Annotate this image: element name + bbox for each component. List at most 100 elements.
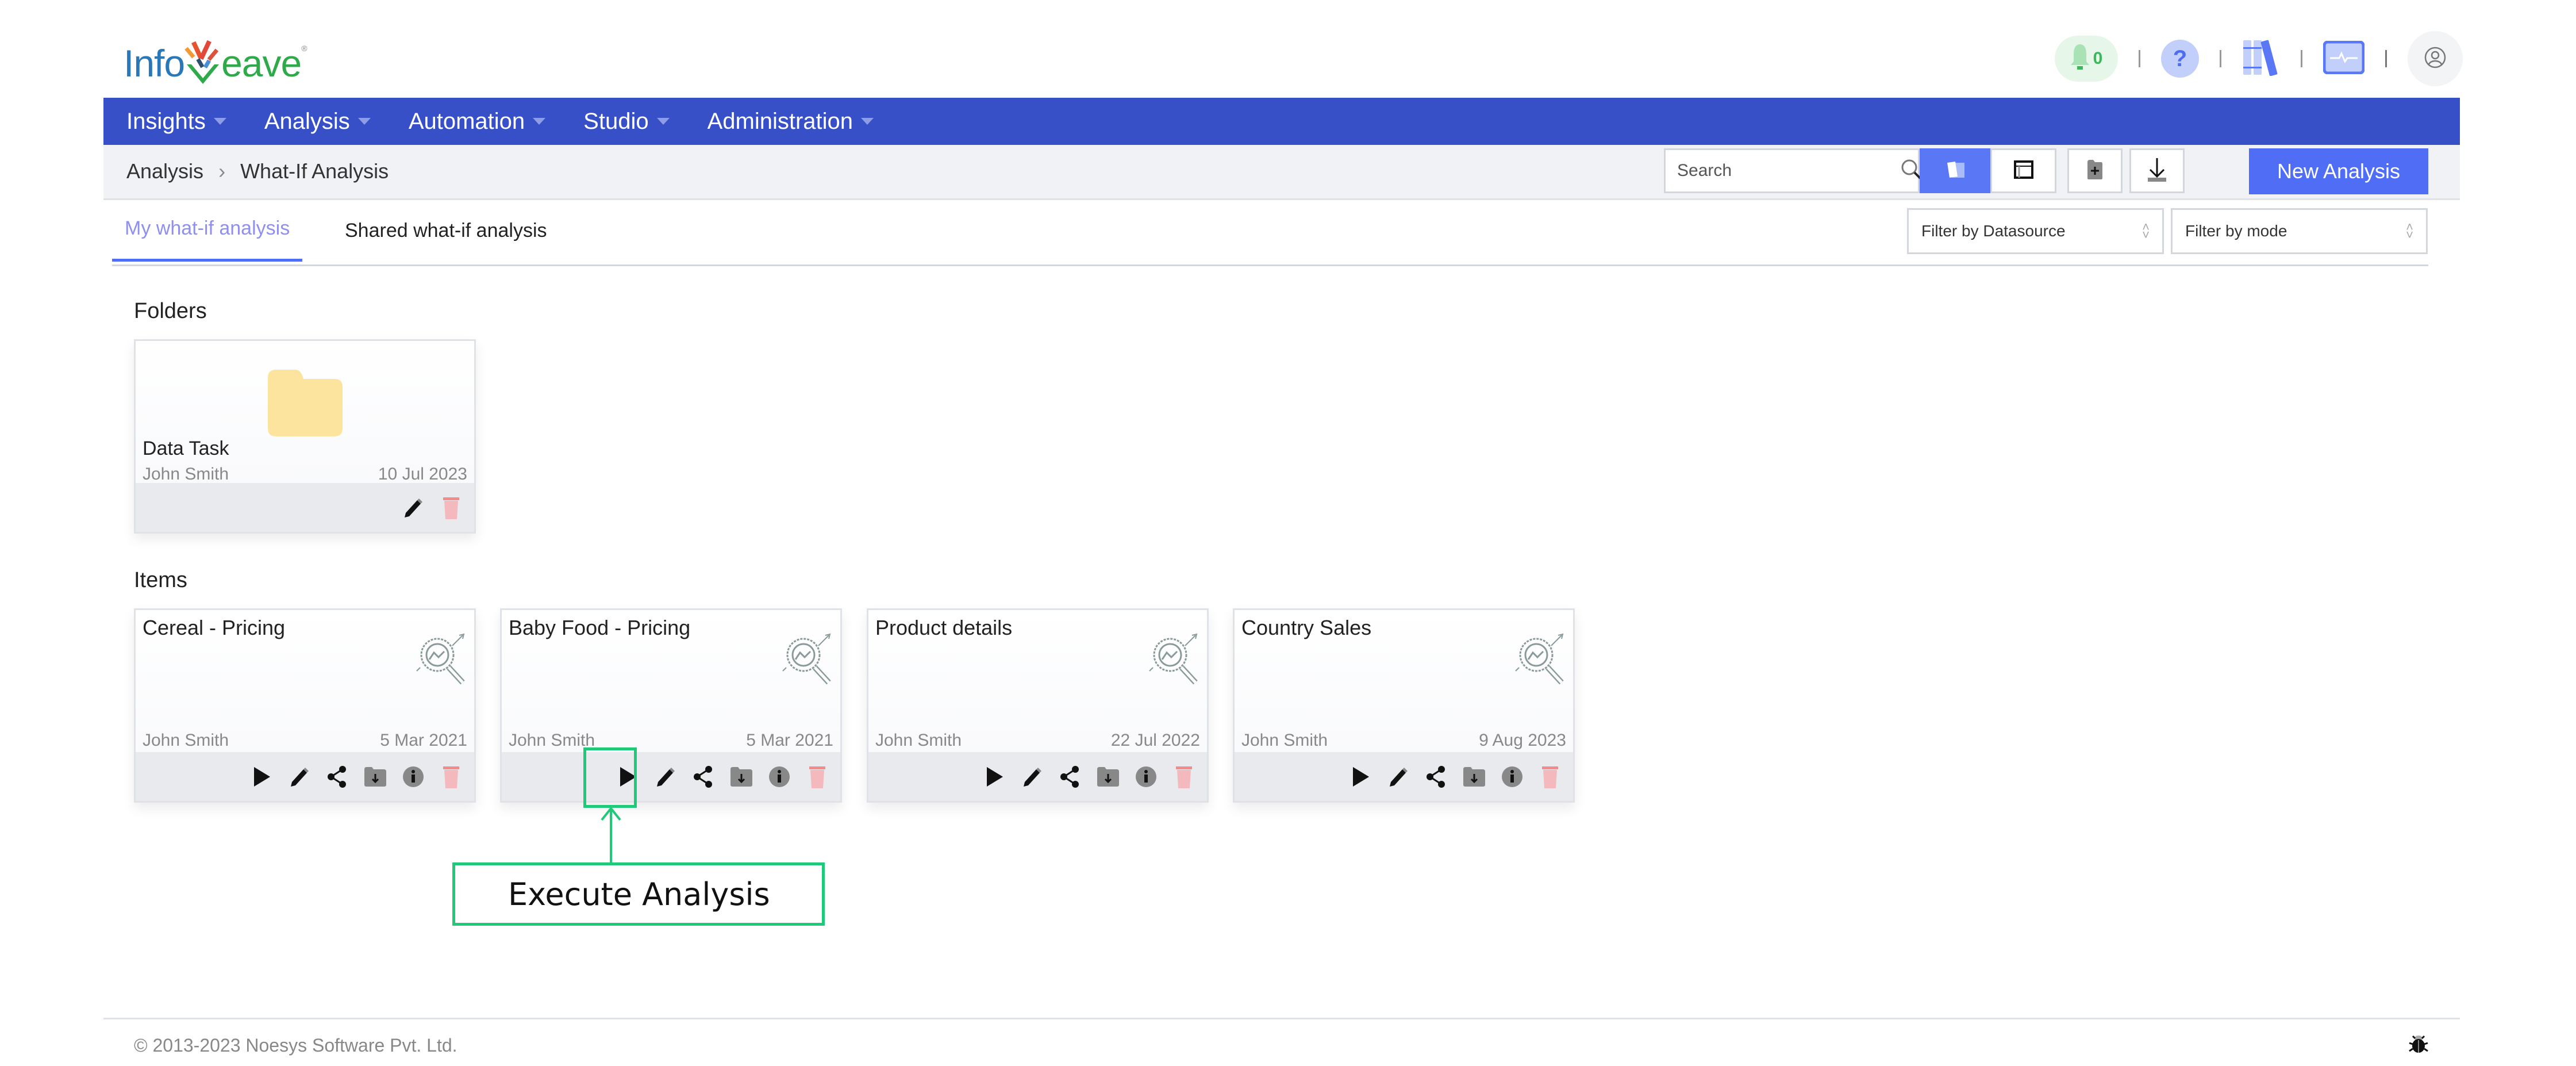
nav-label: Analysis (264, 108, 350, 134)
new-folder-button[interactable] (2067, 148, 2123, 193)
edit-icon[interactable] (402, 495, 425, 520)
delete-icon[interactable] (440, 495, 463, 520)
nav-label: Automation (408, 108, 525, 134)
delete-icon[interactable] (440, 764, 463, 789)
share-icon[interactable] (326, 764, 349, 789)
folder-name: Data Task (143, 438, 229, 459)
execute-analysis-callout: Execute Analysis (452, 862, 825, 926)
logo-text-weave: eave (221, 42, 302, 85)
analysis-date: 5 Mar 2021 (746, 731, 833, 750)
folder-actions (136, 483, 474, 532)
edit-icon[interactable] (1021, 764, 1044, 789)
nav-administration[interactable]: Administration (708, 109, 874, 135)
list-view-button[interactable] (1990, 148, 2056, 193)
move-to-folder-icon[interactable] (730, 764, 753, 789)
what-if-analysis-icon (1514, 632, 1566, 690)
share-icon[interactable] (692, 764, 715, 789)
new-analysis-button[interactable]: New Analysis (2249, 148, 2428, 194)
copyright: © 2013-2023 Noesys Software Pvt. Ltd. (134, 1035, 457, 1056)
analysis-name: Baby Food - Pricing (509, 616, 691, 639)
notifications-button[interactable]: 0 (2055, 36, 2118, 82)
info-icon[interactable] (768, 764, 791, 789)
caret-down-icon (213, 118, 226, 125)
folder-card[interactable]: Data Task John Smith 10 Jul 2023 (134, 339, 476, 534)
table-icon (2013, 160, 2034, 182)
caret-down-icon (357, 118, 371, 125)
analysis-date: 5 Mar 2021 (380, 731, 467, 750)
analysis-card[interactable]: Product details John Smith 22 Jul 2022 (867, 608, 1209, 803)
items-heading: Items (134, 568, 187, 592)
what-if-analysis-icon (1148, 632, 1200, 690)
move-to-folder-icon[interactable] (1097, 764, 1120, 789)
activity-monitor-icon (2323, 40, 2365, 76)
delete-icon[interactable] (1539, 764, 1562, 789)
divider (2385, 50, 2387, 67)
edit-icon[interactable] (288, 764, 311, 789)
delete-icon[interactable] (1172, 764, 1195, 789)
execute-analysis-highlight (583, 747, 637, 808)
nav-analysis[interactable]: Analysis (264, 109, 371, 135)
edit-icon[interactable] (1387, 764, 1410, 789)
breadcrumb-analysis[interactable]: Analysis (126, 159, 203, 183)
nav-studio[interactable]: Studio (583, 108, 670, 135)
nav-insights[interactable]: Insights (126, 109, 226, 135)
analysis-card[interactable]: Country Sales John Smith 9 Aug 2023 (1233, 608, 1575, 803)
logo-text-info: Info (124, 42, 185, 85)
logo-registered: ® (301, 44, 307, 53)
breadcrumb: Analysis › What-If Analysis (126, 155, 389, 187)
analysis-owner: John Smith (143, 731, 229, 750)
nav-label: Studio (583, 108, 649, 134)
folder-icon (268, 370, 343, 439)
analysis-date: 9 Aug 2023 (1479, 731, 1566, 750)
execute-analysis-button[interactable] (250, 764, 273, 789)
analysis-actions (136, 752, 474, 801)
import-button[interactable] (2129, 148, 2185, 193)
edit-icon[interactable] (654, 764, 677, 789)
nav-label: Insights (126, 108, 206, 134)
search-box (1664, 148, 1922, 193)
library-button[interactable] (2242, 39, 2280, 79)
analysis-owner: John Smith (875, 731, 962, 750)
filter-datasource-select[interactable]: Filter by Datasource ˄ ˅ (1907, 208, 2164, 254)
delete-icon[interactable] (806, 764, 829, 789)
analysis-name: Product details (875, 616, 1013, 639)
nav-automation[interactable]: Automation (408, 108, 546, 135)
execute-analysis-button[interactable] (1349, 764, 1372, 789)
report-bug-button[interactable] (2408, 1034, 2429, 1057)
play-icon (254, 766, 270, 787)
what-if-analysis-icon (416, 632, 467, 690)
move-to-folder-icon[interactable] (1463, 764, 1486, 789)
tab-my-what-if-analysis[interactable]: My what-if analysis (112, 198, 303, 262)
folder-date: 10 Jul 2023 (378, 465, 467, 484)
analysis-actions (868, 752, 1207, 801)
main-nav: Insights Analysis Automation Studio Admi… (103, 98, 2460, 145)
logo-mark-icon (182, 39, 224, 85)
card-view-button[interactable] (1920, 148, 1990, 193)
info-icon[interactable] (1135, 764, 1158, 789)
nav-label: Administration (707, 108, 853, 134)
folder-owner: John Smith (143, 465, 229, 484)
share-icon[interactable] (1425, 764, 1448, 789)
analysis-actions (502, 752, 840, 801)
move-to-folder-icon[interactable] (364, 764, 387, 789)
folder-plus-icon (2086, 159, 2104, 183)
monitor-button[interactable] (2323, 40, 2365, 77)
info-icon[interactable] (1501, 764, 1524, 789)
analysis-card[interactable]: Baby Food - Pricing John Smith 5 Mar 202… (500, 608, 842, 803)
caret-down-icon (533, 118, 546, 125)
analysis-name: Country Sales (1241, 616, 1372, 639)
filter-mode-select[interactable]: Filter by mode ˄ ˅ (2171, 208, 2428, 254)
execute-analysis-button[interactable] (983, 764, 1006, 789)
analysis-card[interactable]: Cereal - Pricing John Smith 5 Mar 2021 (134, 608, 476, 803)
play-icon (1353, 766, 1369, 787)
help-button[interactable]: ? (2161, 40, 2199, 78)
infoveave-logo[interactable]: Info eave ® (124, 33, 307, 85)
user-profile-button[interactable] (2408, 31, 2463, 86)
share-icon[interactable] (1059, 764, 1082, 789)
info-icon[interactable] (402, 764, 425, 789)
what-if-analysis-icon (782, 632, 833, 690)
tab-shared-what-if-analysis[interactable]: Shared what-if analysis (345, 198, 547, 263)
analysis-owner: John Smith (1241, 731, 1328, 750)
search-input[interactable] (1676, 160, 1900, 181)
filter-mode-placeholder: Filter by mode (2185, 222, 2287, 240)
